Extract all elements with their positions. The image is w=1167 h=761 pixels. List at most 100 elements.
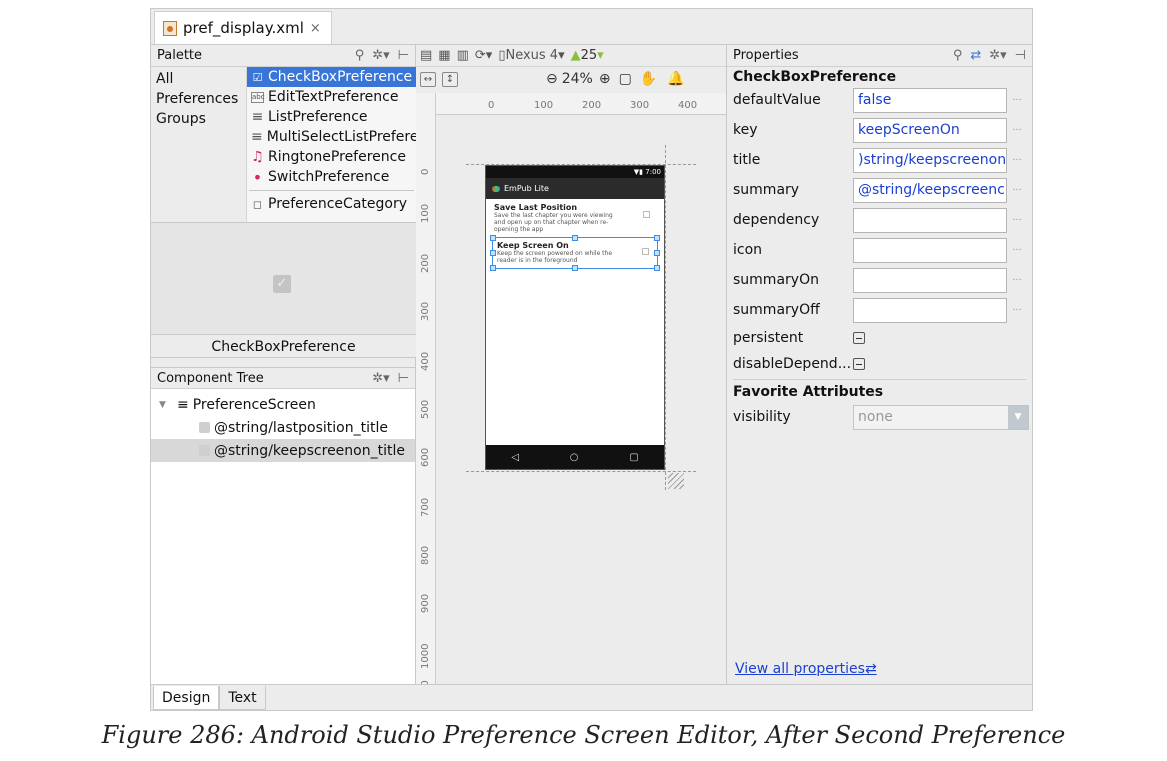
ide-window: pref_display.xml × Palette ⚲ ✲▾ ⊢ All Pr… [150,8,1033,711]
prop-field-icon[interactable] [853,237,1007,263]
group-groups[interactable]: Groups [156,109,238,129]
zoom-fit-icon[interactable]: ▢ [619,71,632,87]
resize-handle[interactable] [490,235,496,241]
device-label: Nexus 4 [505,48,559,63]
group-preferences[interactable]: Preferences [156,89,238,109]
resize-handle[interactable] [572,265,578,271]
prop-row-dependency: dependency ··· [727,205,1032,235]
gear-icon[interactable]: ✲▾ [989,48,1006,63]
fit-width-icon[interactable]: ↔ [420,71,436,87]
persistent-checkbox[interactable] [853,332,865,344]
more-options-icon[interactable]: ··· [1007,155,1027,166]
view-all-properties-link[interactable]: View all properties⇄ [735,661,877,677]
horizontal-ruler: 0 100 200 300 400 [436,93,726,115]
prop-row-visibility: visibility none ▼ [727,402,1032,432]
warnings-bell-icon[interactable]: 🔔 [667,71,684,87]
more-options-icon[interactable]: ··· [1007,305,1027,316]
properties-header: Properties ⚲ ⇄ ✲▾ ⊣ [727,45,1032,67]
ruler-tick: 100 [420,203,431,223]
back-icon[interactable]: ◁ [511,452,519,463]
pan-hand-icon[interactable]: ✋ [640,71,657,87]
prop-row-title: title )string/keepscreenon ··· [727,145,1032,175]
more-options-icon[interactable]: ··· [1007,245,1027,256]
recents-icon[interactable]: ▢ [629,452,638,463]
design-mode-icon[interactable]: ▤ [420,48,432,63]
orientation-icon[interactable]: ⟳▾ [475,48,492,63]
disable-dependents-checkbox[interactable] [853,358,865,370]
fit-height-icon[interactable]: ↕ [442,71,458,87]
list-icon: ≡ [251,129,263,145]
prop-row-defaultvalue: defaultValue false ··· [727,85,1032,115]
hide-panel-icon[interactable]: ⊢ [398,371,409,386]
tree-row-root[interactable]: ▼ ≡ PreferenceScreen [151,393,415,416]
gear-icon[interactable]: ✲▾ [372,371,389,386]
blueprint-mode-icon[interactable]: ▦ [438,48,450,63]
music-note-icon: ♫ [251,149,264,165]
more-options-icon[interactable]: ··· [1007,95,1027,106]
resize-handle[interactable] [654,265,660,271]
visibility-value: none [858,408,893,425]
category-icon: ◻ [252,197,263,211]
prop-field-defaultvalue[interactable]: false [853,87,1007,113]
device-preview[interactable]: ▼▮ 7:00 EmPub Lite Save Last Position Sa… [485,165,665,470]
guide-line [466,471,696,472]
search-icon[interactable]: ⚲ [953,48,963,63]
resize-handle[interactable] [654,235,660,241]
split-mode-icon[interactable]: ▥ [457,48,469,63]
resize-handle[interactable] [490,250,496,256]
pref-checkbox[interactable] [643,211,650,218]
tree-row-selected[interactable]: @string/keepscreenon_title [151,439,415,462]
selected-component-title: CheckBoxPreference [733,69,897,85]
swap-view-icon[interactable]: ⇄ [970,48,981,63]
prop-field-summaryoff[interactable] [853,297,1007,323]
more-options-icon[interactable]: ··· [1007,275,1027,286]
tab-design[interactable]: Design [153,686,220,710]
prop-field-dependency[interactable] [853,207,1007,233]
tab-text[interactable]: Text [219,686,266,710]
resize-corner-icon[interactable] [668,473,684,489]
more-options-icon[interactable]: ··· [1007,125,1027,136]
search-icon[interactable]: ⚲ [355,48,365,63]
pref-item[interactable]: Save Last Position Save the last chapter… [486,199,664,235]
checkbox-icon [199,445,210,456]
palette-item-edittext[interactable]: abc EditTextPreference [247,87,416,107]
palette-item-list[interactable]: ≡ ListPreference [247,107,416,127]
hide-panel-icon[interactable]: ⊢ [398,48,409,63]
palette-item-checkbox[interactable]: ☑ CheckBoxPreference [247,67,416,87]
tree-row[interactable]: @string/lastposition_title [151,416,415,439]
editor-mode-tabs: Design Text [151,684,1032,710]
close-tab-icon[interactable]: × [310,21,321,36]
ruler-tick: 0 [420,168,431,175]
more-options-icon[interactable]: ··· [1007,185,1027,196]
component-tree-header: Component Tree ✲▾ ⊢ [151,367,415,389]
file-tab[interactable]: pref_display.xml × [154,11,332,44]
prop-name: summary [733,182,800,198]
device-selector[interactable]: ▯Nexus 4▾ [498,48,564,63]
group-all[interactable]: All [156,69,238,89]
resize-handle[interactable] [572,235,578,241]
resize-handle[interactable] [490,265,496,271]
pref-checkbox[interactable] [642,248,649,255]
prop-field-summaryon[interactable] [853,267,1007,293]
pref-item-selected[interactable]: Keep Screen On Keep the screen powered o… [490,235,660,271]
prop-field-title[interactable]: )string/keepscreenon [853,147,1007,173]
home-icon[interactable]: ○ [570,452,579,463]
more-options-icon[interactable]: ··· [1007,215,1027,226]
api-label: 25 [580,48,598,63]
visibility-select[interactable]: none ▼ [853,404,1029,430]
palette-item-multiselect[interactable]: ≡ MultiSelectListPrefere [247,127,416,147]
zoom-out-icon[interactable]: ⊖ [546,71,558,87]
layout-toolbar: ▤ ▦ ▥ ⟳▾ ▯Nexus 4▾ ▲25▾ [416,45,726,67]
zoom-in-icon[interactable]: ⊕ [599,71,611,87]
prop-field-key[interactable]: keepScreenOn [853,117,1007,143]
api-selector[interactable]: ▲25▾ [571,48,604,63]
prop-field-summary[interactable]: @string/keepscreenc [853,177,1007,203]
expand-triangle-icon[interactable]: ▼ [159,400,171,410]
switch-icon: • [252,167,263,187]
hide-panel-icon[interactable]: ⊣ [1015,48,1026,63]
gear-icon[interactable]: ✲▾ [372,48,389,63]
resize-handle[interactable] [654,250,660,256]
palette-item-switch[interactable]: • SwitchPreference [247,167,416,187]
palette-item-category[interactable]: ◻ PreferenceCategory [247,194,416,214]
palette-item-ringtone[interactable]: ♫ RingtonePreference [247,147,416,167]
